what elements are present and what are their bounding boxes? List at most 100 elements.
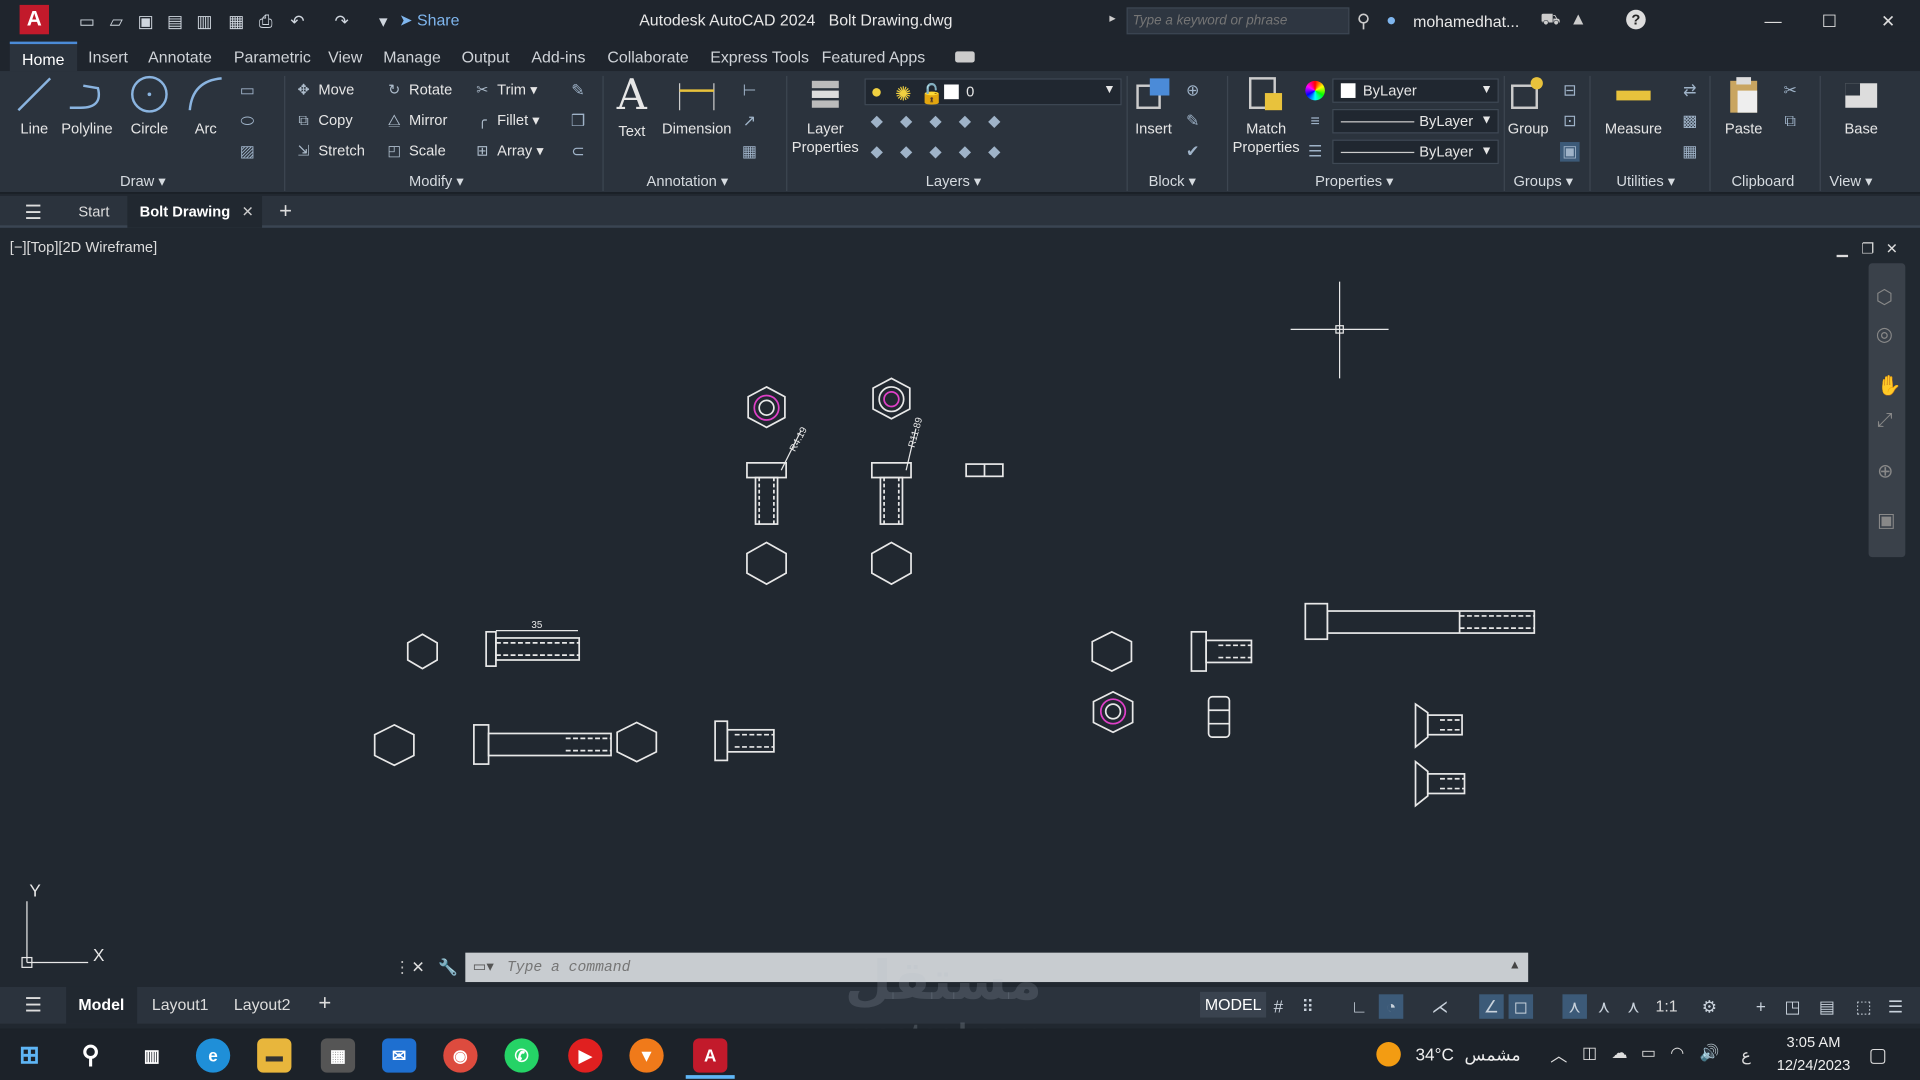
object-snap-icon[interactable]: ◻ [1508,994,1534,1019]
copy-clip-icon[interactable]: ⧉ [1780,111,1800,131]
wifi-icon[interactable]: ◠ [1670,1043,1684,1063]
search-input[interactable] [1127,8,1349,34]
user-icon[interactable]: ● [1386,10,1396,30]
temperature[interactable]: 34°C [1416,1044,1454,1064]
drawing-canvas[interactable]: R4.19 R11.89 35 Y X [0,230,1920,989]
rectangle-icon[interactable]: ▭ [238,81,258,101]
hatch-icon[interactable]: ▨ [238,142,258,162]
zoom-extents-icon[interactable]: ⤢ [1877,410,1893,432]
new-tab-icon[interactable]: + [279,198,292,224]
layer-tool-icon[interactable]: ◆ [896,142,916,162]
input-language[interactable]: ع [1741,1046,1751,1066]
volume-icon[interactable]: 🔊 [1700,1043,1720,1063]
layer-tool-icon[interactable]: ◆ [955,142,975,162]
tab-featured-apps[interactable]: Featured Apps [822,48,926,66]
hamburger-menu-icon[interactable]: ☰ [24,201,42,225]
cut-icon[interactable]: ✂ [1780,81,1800,101]
layer-tool-icon[interactable]: ◆ [867,111,887,131]
workspace-gear-icon[interactable]: ⚙ [1697,994,1721,1018]
search-box[interactable] [1126,7,1350,35]
ortho-icon[interactable]: ∟ [1347,994,1371,1018]
orbit-icon[interactable]: ⊕ [1877,459,1893,483]
group-edit-icon[interactable]: ⊡ [1560,111,1580,131]
autodesk-a360-icon[interactable]: ▲ [1570,9,1587,29]
linear-dim-icon[interactable]: ⊢ [740,81,760,101]
save-icon[interactable]: ▣ [135,10,157,32]
annotation-monitor-icon[interactable]: + [1749,994,1773,1018]
table-icon[interactable]: ▦ [740,142,760,162]
arc-button[interactable]: Arc [181,73,230,137]
customize-qat-icon[interactable]: ▾ [372,10,394,32]
autocad-taskbar-icon[interactable]: A [693,1038,728,1073]
save-as-icon[interactable]: ▤ [164,10,186,32]
layer-tool-icon[interactable]: ◆ [926,142,946,162]
layer-tool-icon[interactable]: ◆ [984,111,1004,131]
mirror-button[interactable]: ⧋ Mirror [384,111,448,129]
chevron-up-icon[interactable]: ▲ [1509,959,1521,972]
layer-tool-icon[interactable]: ◆ [867,142,887,162]
fillet-button[interactable]: ╭ Fillet ▾ [473,111,540,128]
base-button[interactable]: Base [1837,73,1886,137]
tab-layout1[interactable]: Layout1 [152,996,209,1014]
whatsapp-icon[interactable]: ✆ [504,1038,539,1073]
help-icon[interactable]: ? [1626,9,1646,30]
annotation-visibility-icon[interactable]: ⋏ [1562,994,1587,1019]
linetype-dropdown[interactable]: ByLayer ▼ [1332,108,1499,134]
battery-icon[interactable]: ▭ [1641,1043,1656,1063]
grid-icon[interactable]: # [1266,994,1290,1018]
close-tab-icon[interactable]: ✕ [242,203,254,220]
tab-manage[interactable]: Manage [383,48,441,66]
edit-block-icon[interactable]: ✎ [1183,111,1203,131]
quick-select-icon[interactable]: ⇄ [1680,81,1700,101]
tab-collaborate[interactable]: Collaborate [607,48,688,66]
text-button[interactable]: A Text [610,73,654,139]
block-panel-label[interactable]: Block ▾ [1149,173,1196,190]
edge-browser-icon[interactable]: e [195,1038,231,1073]
weather-text[interactable]: مشمس [1465,1044,1521,1065]
expand-search-icon[interactable]: ▸ [1109,12,1115,25]
array-button[interactable]: ⊞ Array ▾ [473,142,543,159]
brave-browser-icon[interactable]: ▼ [629,1038,664,1073]
dimension-button[interactable]: Dimension [659,73,735,137]
layer-tool-icon[interactable]: ◆ [984,142,1004,162]
view-panel-label[interactable]: View ▾ [1829,173,1872,190]
polyline-button[interactable]: Polyline [59,73,115,137]
group-select-icon[interactable]: ▣ [1560,142,1580,162]
groups-panel-label[interactable]: Groups ▾ [1513,173,1573,190]
search-icon[interactable]: ⚲ [1357,10,1370,32]
copy-button[interactable]: ⧉ Copy [294,111,352,129]
trim-button[interactable]: ✂ Trim ▾ [473,81,537,98]
annotation-scale-icon[interactable]: ⋏ [1621,994,1645,1018]
draw-panel-label[interactable]: Draw ▾ [120,173,166,190]
block-attributes-icon[interactable]: ✔ [1183,142,1203,162]
tab-add-ins[interactable]: Add-ins [531,48,585,66]
print-icon[interactable]: ⎙ [255,10,277,32]
create-block-icon[interactable]: ⊕ [1183,81,1203,101]
task-view-icon[interactable]: ▥ [135,1038,169,1072]
redo-icon[interactable]: ↷ [331,10,353,32]
paste-button[interactable]: Paste [1717,73,1771,137]
layer-tool-icon[interactable]: ◆ [896,111,916,131]
tab-bolt-drawing[interactable]: Bolt Drawing ✕ [127,195,263,228]
youtube-icon[interactable]: ▶ [568,1038,603,1073]
new-layout-icon[interactable]: + [318,991,331,1017]
tab-express-tools[interactable]: Express Tools [710,48,809,66]
open-folder-icon[interactable]: ▱ [105,10,127,32]
mail-icon[interactable]: ✉ [382,1038,417,1073]
search-icon[interactable]: ⚲ [73,1038,107,1072]
clock-time[interactable]: 3:05 AM [1771,1033,1857,1050]
calculator-icon[interactable]: ▦ [1680,142,1700,162]
layer-tool-icon[interactable]: ◆ [955,111,975,131]
pan-hand-icon[interactable]: ✋ [1877,373,1901,397]
tab-insert[interactable]: Insert [88,48,128,66]
snap-icon[interactable]: ⠿ [1296,994,1320,1018]
annotation-scale-value[interactable]: 1:1 [1656,997,1678,1015]
tab-home[interactable]: Home [9,41,77,72]
measure-button[interactable]: Measure [1599,73,1668,137]
windows-start-icon[interactable]: ⊞ [12,1038,46,1072]
layer-tool-icon[interactable]: ◆ [926,111,946,131]
microsoft-store-icon[interactable]: ▦ [320,1038,356,1073]
tab-view[interactable]: View [328,48,362,66]
maximize-button[interactable]: ☐ [1805,7,1854,34]
layer-properties-button[interactable]: Layer Properties [791,73,860,156]
